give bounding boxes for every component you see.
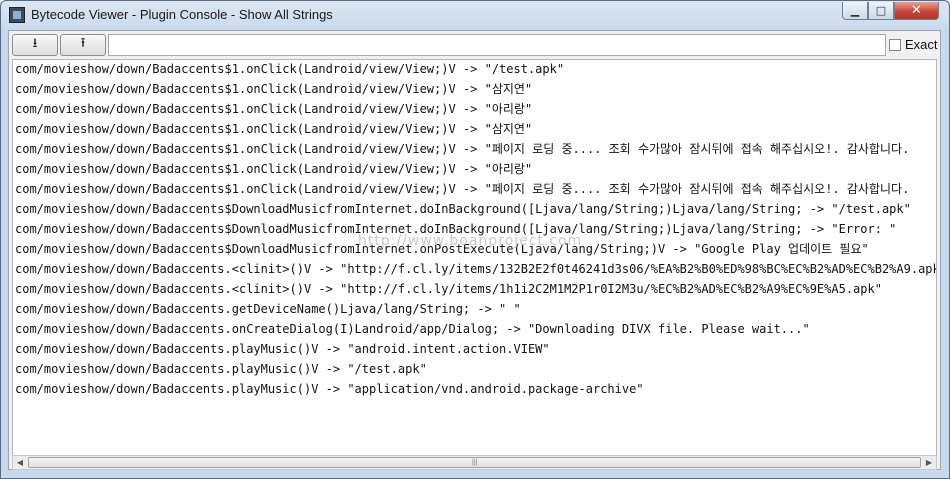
scroll-left-icon: ◀ <box>16 458 24 467</box>
upload-arrow-icon: ⭱ <box>80 36 86 51</box>
minimize-button[interactable]: ▁ <box>842 2 868 20</box>
window-title: Bytecode Viewer - Plugin Console - Show … <box>31 7 333 22</box>
console-output[interactable]: com/movieshow/down/Badaccents.playMusic(… <box>12 59 937 456</box>
console-line: com/movieshow/down/Badaccents.<clinit>()… <box>15 262 937 276</box>
exact-checkbox-label[interactable]: Exact <box>889 37 938 52</box>
console-line: com/movieshow/down/Badaccents.playMusic(… <box>15 382 644 396</box>
console-line: com/movieshow/down/Badaccents$DownloadMu… <box>15 202 911 216</box>
search-previous-button[interactable]: ⭱ <box>60 34 106 56</box>
exact-checkbox[interactable] <box>889 38 901 51</box>
console-line: com/movieshow/down/Badaccents$1.onClick(… <box>15 162 533 176</box>
console-line: com/movieshow/down/Badaccents$1.onClick(… <box>15 62 565 76</box>
maximize-button[interactable]: □ <box>868 2 894 20</box>
console-line: com/movieshow/down/Badaccents.<clinit>()… <box>15 282 882 296</box>
close-button[interactable]: ✕ <box>894 2 939 20</box>
console-line: com/movieshow/down/Badaccents.playMusic(… <box>15 342 550 356</box>
watermark-text: http://www.boanproject.com <box>358 233 583 249</box>
console-line: com/movieshow/down/Badaccents$1.onClick(… <box>15 122 533 136</box>
console-line: com/movieshow/down/Badaccents.onCreateDi… <box>15 322 810 336</box>
search-next-button[interactable]: ⭳ <box>12 34 58 56</box>
plugin-console-window: Bytecode Viewer - Plugin Console - Show … <box>0 0 950 479</box>
title-bar[interactable]: Bytecode Viewer - Plugin Console - Show … <box>1 1 949 29</box>
minimize-icon: ▁ <box>850 4 860 17</box>
console-line: com/movieshow/down/Badaccents.playMusic(… <box>15 362 427 376</box>
scrollbar-grip-icon: ||| <box>472 459 478 466</box>
console-client-area: ⭳ ⭱ Exact com/movieshow/down/Badaccents.… <box>8 30 941 470</box>
scrollbar-thumb[interactable]: ||| <box>28 457 921 468</box>
console-line: com/movieshow/down/Badaccents$1.onClick(… <box>15 82 533 96</box>
exact-label: Exact <box>905 37 938 52</box>
scroll-right-icon: ▶ <box>925 458 933 467</box>
console-line: com/movieshow/down/Badaccents$1.onClick(… <box>15 102 533 116</box>
console-line: com/movieshow/down/Badaccents.getDeviceN… <box>15 302 521 316</box>
console-line: com/movieshow/down/Badaccents$1.onClick(… <box>15 142 910 156</box>
horizontal-scrollbar[interactable]: ◀ ||| ▶ <box>12 455 937 470</box>
scroll-right-button[interactable]: ▶ <box>922 456 936 469</box>
bytecode-viewer-app-icon <box>9 7 25 23</box>
console-line: com/movieshow/down/Badaccents$1.onClick(… <box>15 182 910 196</box>
search-input[interactable] <box>108 34 886 56</box>
scroll-left-button[interactable]: ◀ <box>13 456 27 469</box>
close-icon: ✕ <box>911 3 922 18</box>
download-arrow-icon: ⭳ <box>32 36 38 51</box>
maximize-icon: □ <box>875 4 887 17</box>
